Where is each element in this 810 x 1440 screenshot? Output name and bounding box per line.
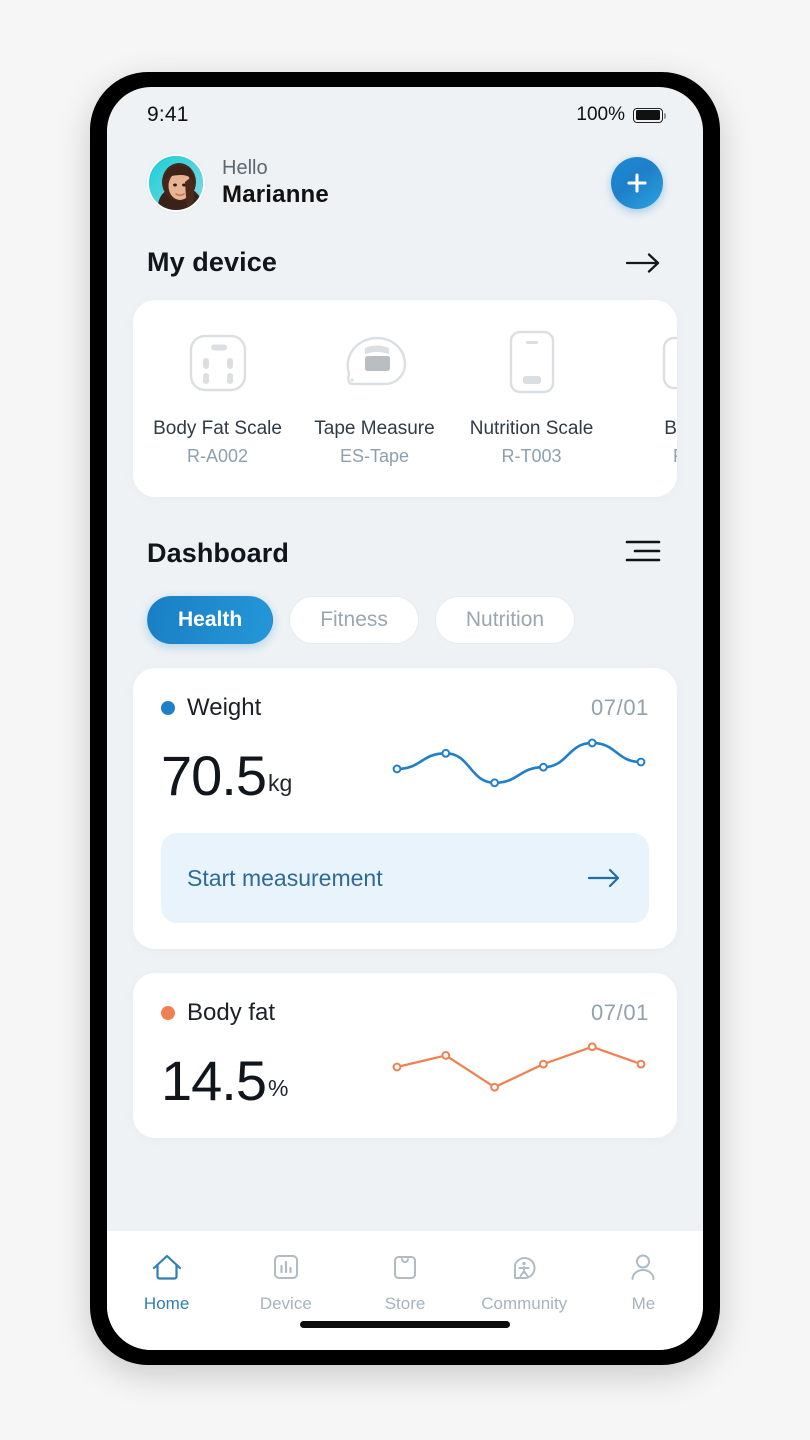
my-device-header: My device bbox=[107, 221, 703, 278]
greeting-text: Hello Marianne bbox=[222, 157, 329, 209]
metric-value: 70.5 bbox=[161, 744, 267, 808]
list-view-icon[interactable] bbox=[623, 535, 663, 572]
metric-card-weight[interactable]: Weight 07/01 70.5 kg Start measurement bbox=[133, 668, 677, 949]
device-item-body-fat-scale[interactable]: Body Fat Scale R-A002 bbox=[139, 326, 296, 467]
shopping-bag-icon bbox=[345, 1247, 464, 1287]
device-name: Nutrition Scale bbox=[469, 418, 594, 439]
metric-card-body-fat[interactable]: Body fat 07/01 14.5 % bbox=[133, 973, 677, 1138]
home-indicator bbox=[300, 1321, 510, 1328]
my-device-title: My device bbox=[147, 247, 277, 277]
nav-item-me[interactable]: Me bbox=[584, 1247, 703, 1314]
nav-label: Me bbox=[631, 1294, 656, 1313]
metric-label: Weight bbox=[187, 694, 262, 721]
device-model: ES-Tape bbox=[339, 446, 410, 466]
community-person-icon bbox=[465, 1247, 584, 1287]
nutrition-scale-icon bbox=[453, 326, 610, 400]
device-model: R-A002 bbox=[186, 446, 249, 466]
nav-label: Device bbox=[259, 1294, 312, 1313]
page-root: 9:41 100% Hello Marianne My device Body … bbox=[0, 0, 810, 1440]
metric-dot-icon bbox=[161, 701, 175, 715]
device-name: Blood bbox=[664, 418, 677, 439]
home-icon bbox=[107, 1247, 226, 1287]
device-strip[interactable]: Body Fat Scale R-A002 Tape Measure ES-Ta… bbox=[133, 326, 677, 467]
metric-body: 70.5 kg bbox=[161, 724, 649, 807]
tab-nutrition[interactable]: Nutrition bbox=[434, 596, 576, 644]
greeting-username: Marianne bbox=[222, 180, 329, 208]
device-item-tape-measure[interactable]: Tape Measure ES-Tape bbox=[296, 326, 453, 467]
arrow-right-icon bbox=[587, 867, 623, 889]
phone-screen: 9:41 100% Hello Marianne My device Body … bbox=[107, 87, 703, 1350]
metric-header: Weight 07/01 bbox=[161, 694, 649, 722]
tape-measure-icon bbox=[296, 326, 453, 400]
device-model: R-T003 bbox=[501, 446, 562, 466]
nav-label: Store bbox=[384, 1294, 426, 1313]
nav-item-home[interactable]: Home bbox=[107, 1247, 226, 1314]
main-scroll-area[interactable]: Hello Marianne My device Body Fat Scale … bbox=[107, 135, 703, 1278]
battery-full-icon bbox=[633, 107, 667, 123]
metric-dot-icon bbox=[161, 1006, 175, 1020]
metric-label: Body fat bbox=[187, 999, 276, 1026]
device-model: RP- bbox=[610, 446, 677, 467]
tab-health[interactable]: Health bbox=[147, 596, 274, 644]
my-device-more-button[interactable] bbox=[625, 251, 663, 275]
avatar-image bbox=[149, 156, 203, 210]
nav-item-store[interactable]: Store bbox=[345, 1247, 464, 1314]
weight-sparkline-chart bbox=[389, 724, 649, 805]
body-fat-scale-icon bbox=[139, 326, 296, 400]
my-device-card: Body Fat Scale R-A002 Tape Measure ES-Ta… bbox=[133, 300, 677, 497]
nav-label: Home bbox=[143, 1294, 190, 1313]
device-item-blood-pressure[interactable]: Blood RP- bbox=[610, 326, 677, 467]
blood-pressure-icon bbox=[610, 326, 677, 400]
phone-frame: 9:41 100% Hello Marianne My device Body … bbox=[90, 72, 720, 1365]
body-fat-sparkline-chart bbox=[389, 1029, 649, 1110]
add-button[interactable] bbox=[611, 157, 663, 209]
plus-icon bbox=[627, 173, 647, 193]
metric-value: 14.5 bbox=[161, 1049, 267, 1113]
nav-item-community[interactable]: Community bbox=[465, 1247, 584, 1314]
metric-unit: kg bbox=[268, 770, 293, 796]
arrow-right-icon bbox=[625, 252, 660, 273]
dashboard-header: Dashboard bbox=[107, 497, 703, 572]
metric-body: 14.5 % bbox=[161, 1029, 649, 1112]
status-bar-right: 100% bbox=[576, 104, 667, 126]
user-avatar[interactable] bbox=[147, 154, 205, 212]
dashboard-tabs[interactable]: Health Fitness Nutrition bbox=[107, 572, 703, 644]
nav-item-device[interactable]: Device bbox=[226, 1247, 345, 1314]
metric-date: 07/01 bbox=[590, 1000, 649, 1025]
nav-label: Community bbox=[481, 1294, 568, 1313]
start-measurement-label: Start measurement bbox=[187, 864, 383, 891]
start-measurement-button[interactable]: Start measurement bbox=[161, 833, 649, 923]
status-bar-time: 9:41 bbox=[147, 103, 189, 126]
person-icon bbox=[584, 1247, 703, 1287]
dashboard-title: Dashboard bbox=[147, 538, 289, 568]
device-name: Tape Measure bbox=[314, 418, 435, 439]
tab-fitness[interactable]: Fitness bbox=[289, 596, 419, 644]
bottom-tab-bar: Home Device Store Community Me bbox=[107, 1230, 703, 1350]
device-name: Body Fat Scale bbox=[153, 418, 282, 439]
status-bar: 9:41 100% bbox=[107, 87, 703, 135]
device-item-nutrition-scale[interactable]: Nutrition Scale R-T003 bbox=[453, 326, 610, 467]
battery-percent-label: 100% bbox=[576, 104, 625, 125]
greeting-row: Hello Marianne bbox=[107, 135, 703, 221]
metric-date: 07/01 bbox=[590, 695, 649, 720]
metric-header: Body fat 07/01 bbox=[161, 999, 649, 1027]
chart-bar-icon bbox=[226, 1247, 345, 1287]
greeting-hello: Hello bbox=[222, 157, 268, 180]
metric-unit: % bbox=[268, 1075, 289, 1101]
